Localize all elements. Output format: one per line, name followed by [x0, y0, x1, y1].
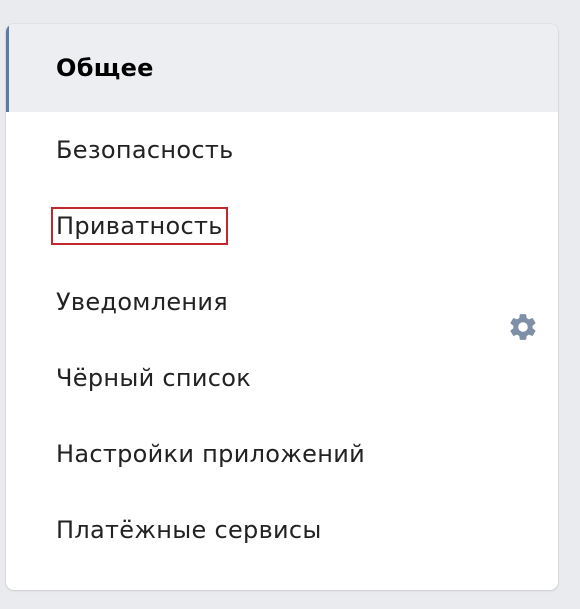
menu-item-notifications[interactable]: Уведомления: [6, 264, 558, 340]
menu-item-label: Чёрный список: [56, 364, 252, 392]
menu-item-label: Платёжные сервисы: [56, 516, 322, 544]
menu-item-general[interactable]: Общее: [6, 24, 558, 112]
menu-item-blacklist[interactable]: Чёрный список: [6, 340, 558, 416]
gear-icon[interactable]: [506, 310, 540, 344]
settings-menu-panel: Общее Безопасность Приватность Уведомлен…: [6, 24, 558, 590]
menu-item-label: Уведомления: [56, 288, 229, 316]
menu-item-label: Приватность: [51, 207, 228, 245]
menu-item-payment-services[interactable]: Платёжные сервисы: [6, 492, 558, 568]
menu-item-app-settings[interactable]: Настройки приложений: [6, 416, 558, 492]
menu-item-label: Общее: [56, 54, 154, 82]
menu-item-security[interactable]: Безопасность: [6, 112, 558, 188]
menu-item-privacy[interactable]: Приватность: [6, 188, 558, 264]
menu-item-label: Настройки приложений: [56, 440, 365, 468]
menu-item-label: Безопасность: [56, 136, 234, 164]
settings-menu: Общее Безопасность Приватность Уведомлен…: [6, 24, 558, 568]
